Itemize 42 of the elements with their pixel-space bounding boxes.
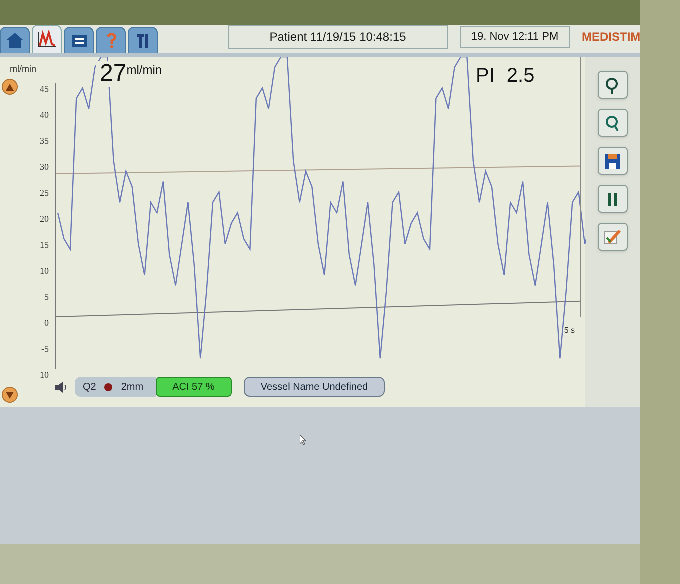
axis-tick-label: 25 <box>40 187 49 200</box>
logo: MEDISTIM <box>582 29 641 46</box>
clock-field: 19. Nov 12:11 PM <box>460 26 570 48</box>
axis-tick-label: 5 <box>44 291 49 304</box>
axis-tick-label: 10 <box>40 369 49 382</box>
patient-field: Patient 11/19/15 10:48:15 <box>228 25 448 49</box>
tool-button[interactable] <box>598 147 628 175</box>
cursor-icon <box>300 435 307 445</box>
axis-tick-label: 10 <box>40 265 49 278</box>
axis-unit: ml/min <box>10 63 36 76</box>
axis-tick-label: -5 <box>42 343 49 356</box>
tab[interactable] <box>32 25 62 53</box>
aci-indicator: ACI 57 % <box>156 377 232 397</box>
tab[interactable] <box>128 27 158 53</box>
axis-tick-label: 15 <box>40 239 49 252</box>
time-axis-label: 5 s <box>564 325 575 337</box>
axis-tick-label: 30 <box>40 161 49 174</box>
probe-size: 2mm <box>121 380 144 394</box>
tool-button[interactable] <box>598 185 628 213</box>
triangle-down-icon <box>6 392 14 398</box>
pi-value: 2.5 <box>506 64 535 89</box>
flow-value: 27 <box>100 61 127 87</box>
probe-icon <box>104 382 114 392</box>
axis-tick-label: 20 <box>40 213 49 226</box>
axis-tick-label: 35 <box>40 135 49 148</box>
axis-tick-label: 40 <box>40 109 49 122</box>
probe-name: Q2 <box>83 380 96 394</box>
tool-button[interactable] <box>598 71 628 99</box>
scroll-down-button[interactable] <box>2 387 18 403</box>
speaker-icon[interactable] <box>55 382 67 392</box>
axis-tick-label: 0 <box>44 317 49 330</box>
scroll-up-button[interactable] <box>2 79 18 95</box>
tab[interactable] <box>64 27 94 53</box>
pi-label: PI <box>476 64 495 89</box>
triangle-up-icon <box>6 84 14 90</box>
house-icon <box>6 31 24 50</box>
axis-tick-label: 45 <box>40 83 49 96</box>
pencil-icon <box>603 228 622 246</box>
waveform-icon <box>38 30 56 49</box>
flow-unit: ml/min <box>126 62 162 79</box>
vessel-name-button[interactable]: Vessel Name Undefined <box>244 377 386 397</box>
tool-button[interactable] <box>598 109 628 137</box>
